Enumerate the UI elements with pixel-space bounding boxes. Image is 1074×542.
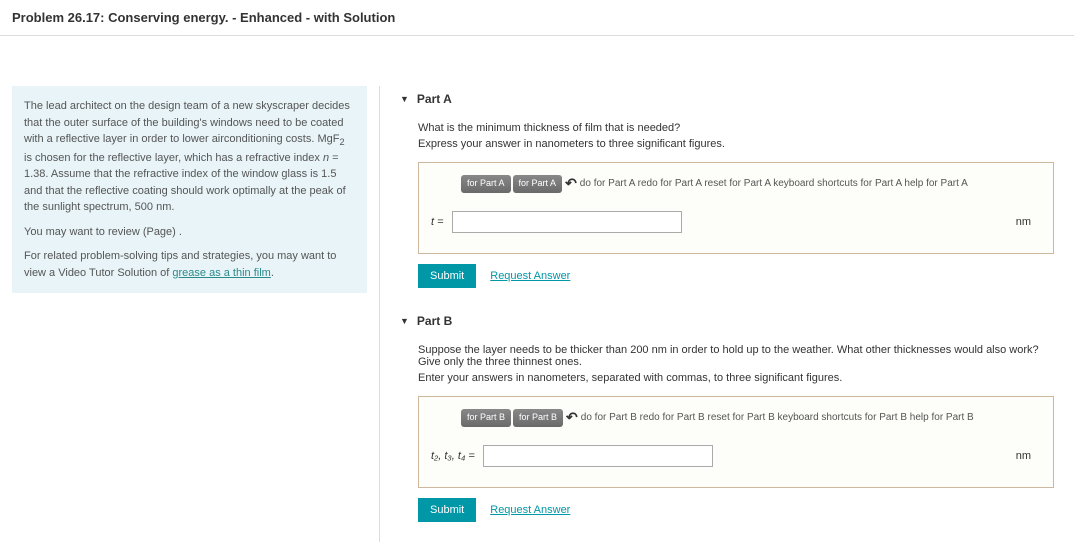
video-tutor-link[interactable]: grease as a thin film xyxy=(172,267,270,279)
part-b-header[interactable]: ▼ Part B xyxy=(400,308,1054,334)
page-header: Problem 26.17: Conserving energy. - Enha… xyxy=(0,0,1074,36)
main-layout: The lead architect on the design team of… xyxy=(0,36,1074,542)
left-column: The lead architect on the design team of… xyxy=(0,86,380,542)
toolbar-text: do for Part A redo for Part A reset for … xyxy=(580,178,968,189)
part-b: ▼ Part B Suppose the layer needs to be t… xyxy=(400,308,1054,522)
part-a-header[interactable]: ▼ Part A xyxy=(400,86,1054,112)
part-b-question: Suppose the layer needs to be thicker th… xyxy=(418,344,1054,368)
info-text: . xyxy=(271,267,274,279)
part-a-buttons: Submit Request Answer xyxy=(418,264,1054,288)
undo-icon[interactable]: ↶ xyxy=(565,175,577,192)
problem-title: Problem 26.17: Conserving energy. - Enha… xyxy=(12,10,1062,25)
toolbar-btn-1[interactable]: for Part A xyxy=(461,175,511,193)
part-a-unit: nm xyxy=(1016,216,1041,228)
part-b-instruction: Enter your answers in nanometers, separa… xyxy=(418,372,1054,384)
review-text: You may want to review (Page) . xyxy=(24,224,355,241)
chevron-down-icon: ▼ xyxy=(400,316,409,326)
toolbar-text: do for Part B redo for Part B reset for … xyxy=(581,412,974,423)
part-a-title: Part A xyxy=(417,92,452,106)
part-a-body: What is the minimum thickness of film th… xyxy=(400,112,1054,288)
part-a-question: What is the minimum thickness of film th… xyxy=(418,122,1054,134)
part-a-answer-box: for Part A for Part A ↶ do for Part A re… xyxy=(418,162,1054,254)
problem-statement: The lead architect on the design team of… xyxy=(12,86,367,293)
part-b-answer-box: for Part B for Part B ↶ do for Part B re… xyxy=(418,396,1054,488)
info-text: is chosen for the reflective layer, whic… xyxy=(24,152,323,164)
request-answer-link[interactable]: Request Answer xyxy=(490,270,570,282)
part-a-input[interactable] xyxy=(452,211,682,233)
part-a-variable: t = xyxy=(431,216,444,228)
part-b-variable: t₂, t₃, t₄ = xyxy=(431,450,475,462)
part-a-input-row: t = nm xyxy=(431,211,1041,233)
part-b-buttons: Submit Request Answer xyxy=(418,498,1054,522)
toolbar-btn-2[interactable]: for Part A xyxy=(513,175,563,193)
submit-button[interactable]: Submit xyxy=(418,498,476,522)
part-a-instruction: Express your answer in nanometers to thr… xyxy=(418,138,1054,150)
undo-icon[interactable]: ↶ xyxy=(566,409,578,426)
info-text: The lead architect on the design team of… xyxy=(24,100,350,145)
part-a: ▼ Part A What is the minimum thickness o… xyxy=(400,86,1054,288)
toolbar-btn-2[interactable]: for Part B xyxy=(513,409,563,427)
right-column: ▼ Part A What is the minimum thickness o… xyxy=(380,86,1074,542)
part-b-unit: nm xyxy=(1016,450,1041,462)
part-b-toolbar: for Part B for Part B ↶ do for Part B re… xyxy=(461,409,1041,427)
submit-button[interactable]: Submit xyxy=(418,264,476,288)
part-a-toolbar: for Part A for Part A ↶ do for Part A re… xyxy=(461,175,1041,193)
subscript: 2 xyxy=(339,137,344,147)
part-b-title: Part B xyxy=(417,314,452,328)
part-b-input-row: t₂, t₃, t₄ = nm xyxy=(431,445,1041,467)
part-b-input[interactable] xyxy=(483,445,713,467)
chevron-down-icon: ▼ xyxy=(400,94,409,104)
toolbar-btn-1[interactable]: for Part B xyxy=(461,409,511,427)
part-b-body: Suppose the layer needs to be thicker th… xyxy=(400,334,1054,522)
